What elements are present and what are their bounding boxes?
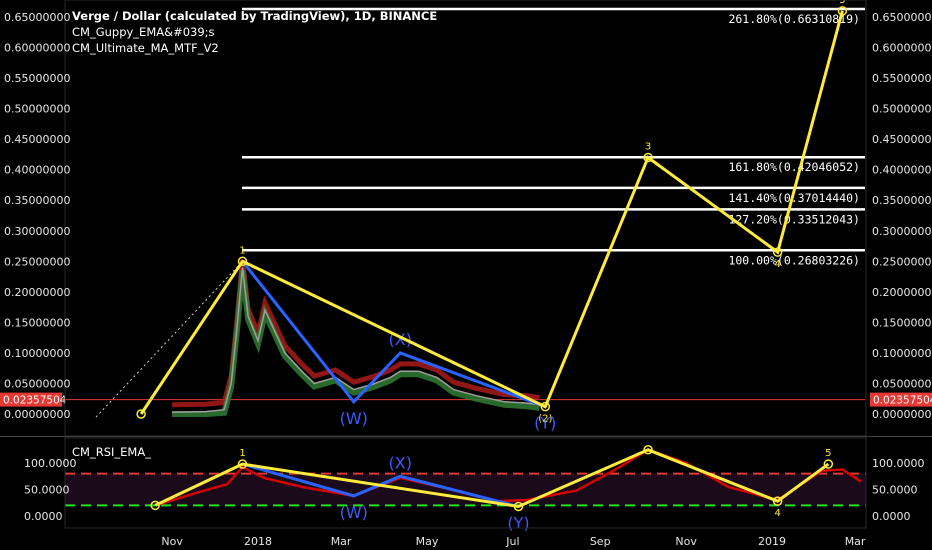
- rsi-y-tick-label-left: 100.0000: [24, 457, 77, 470]
- rsi-corrective-label: (X): [389, 453, 412, 472]
- current-price-label-right: 0.02357504: [873, 395, 932, 407]
- y-tick-label-right: 0.15000000: [872, 316, 932, 329]
- y-tick-label-left: 0.55000000: [4, 72, 70, 85]
- y-tick-label-right: 0.55000000: [872, 72, 932, 85]
- x-tick-label: Jul: [505, 535, 519, 548]
- rsi-y-tick-label-right: 100.0000: [872, 457, 925, 470]
- fib-level-label: 100.00%(0.26803226): [728, 253, 860, 267]
- y-tick-label-left: 0.25000000: [4, 255, 70, 268]
- rsi-wave-label: (Y): [507, 513, 529, 532]
- y-tick-label-left: 0.50000000: [4, 103, 70, 116]
- y-tick-label-left: 0.05000000: [4, 377, 70, 390]
- rsi-y-tick-label-right: 50.0000: [872, 484, 918, 497]
- x-tick-label: 2018: [244, 535, 272, 548]
- y-tick-label-right: 0.60000000: [872, 42, 932, 55]
- y-tick-label-right: 0.50000000: [872, 103, 932, 116]
- fib-level-label: 127.20%(0.33512043): [728, 212, 860, 226]
- y-tick-label-left: 0.60000000: [4, 42, 70, 55]
- fib-level-label: 161.80%(0.42046052): [728, 160, 860, 174]
- wave-label: 5: [839, 0, 845, 6]
- y-tick-label-left: 0.20000000: [4, 286, 70, 299]
- rsi-wave-label: 1: [239, 448, 245, 459]
- current-price-label-left: 0.02357504: [3, 395, 67, 407]
- y-tick-label-left: 0.65000000: [4, 11, 70, 24]
- indicator-ultimate-ma: CM_Ultimate_MA_MTF_V2: [72, 41, 219, 55]
- rsi-y-tick-label-left: 50.0000: [24, 484, 70, 497]
- y-tick-label-left: 0.15000000: [4, 316, 70, 329]
- y-tick-label-right: 0.05000000: [872, 377, 932, 390]
- x-tick-label: Nov: [161, 535, 183, 548]
- wave-label: 4: [774, 259, 780, 270]
- rsi-title: CM_RSI_EMA_: [72, 445, 151, 459]
- chart-title: Verge / Dollar (calculated by TradingVie…: [72, 9, 437, 23]
- x-tick-label: Sep: [590, 535, 611, 548]
- rsi-y-tick-label-left: 0.0000: [24, 510, 63, 523]
- x-tick-label: Mar: [845, 535, 866, 548]
- y-tick-label-right: 0.35000000: [872, 194, 932, 207]
- corrective-wave-label: (W): [340, 409, 368, 428]
- y-tick-label-left: 0.10000000: [4, 347, 70, 360]
- y-tick-label-right: 0.30000000: [872, 225, 932, 238]
- chart-canvas[interactable]: 261.80%(0.66310819)161.80%(0.42046052)14…: [0, 0, 932, 550]
- y-tick-label-right: 0.40000000: [872, 164, 932, 177]
- rsi-wave-label: 4: [774, 508, 780, 519]
- x-tick-label: May: [416, 535, 439, 548]
- x-tick-label: 2019: [758, 535, 786, 548]
- y-tick-label-left: 0.35000000: [4, 194, 70, 207]
- y-tick-label-right: 0.45000000: [872, 133, 932, 146]
- y-tick-label-left: 0.40000000: [4, 164, 70, 177]
- wave-label: (2): [538, 414, 552, 425]
- wave-label: 1: [239, 245, 245, 256]
- rsi-wave-label: 5: [825, 448, 831, 459]
- y-tick-label-right: 0.00000000: [872, 408, 932, 421]
- y-tick-label-left: 0.30000000: [4, 225, 70, 238]
- y-tick-label-left: 0.00000000: [4, 408, 70, 421]
- y-tick-label-right: 0.25000000: [872, 255, 932, 268]
- y-tick-label-right: 0.10000000: [872, 347, 932, 360]
- rsi-y-tick-label-right: 0.0000: [872, 510, 911, 523]
- x-tick-label: Mar: [331, 535, 352, 548]
- y-tick-label-left: 0.45000000: [4, 133, 70, 146]
- x-tick-label: Nov: [675, 535, 697, 548]
- y-tick-label-right: 0.20000000: [872, 286, 932, 299]
- indicator-guppy: CM_Guppy_EMA&#039;s: [72, 25, 215, 39]
- wave-label: 3: [645, 141, 651, 152]
- rsi-corrective-label: (W): [340, 503, 368, 522]
- y-tick-label-right: 0.65000000: [872, 11, 932, 24]
